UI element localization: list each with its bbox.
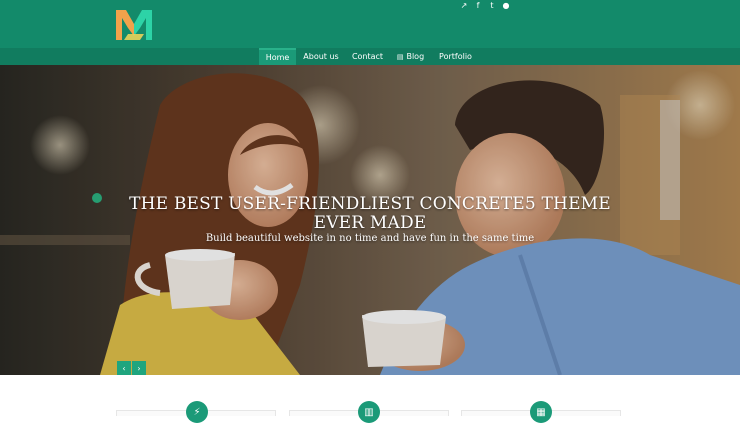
nav-about[interactable]: About us	[296, 48, 346, 65]
nav-about-label: About us	[303, 52, 339, 61]
social-links: ↗ f t ●	[460, 2, 510, 10]
nav-portfolio-label: Portfolio	[439, 52, 472, 61]
main-nav: Home About us Contact ▤ Blog Portfolio	[259, 48, 479, 65]
slider-prev-button[interactable]: ‹	[117, 361, 131, 375]
slider-bullet[interactable]	[92, 193, 102, 203]
twitter-icon[interactable]: t	[488, 2, 496, 10]
m-logo-icon[interactable]	[114, 4, 154, 44]
slider-next-button[interactable]: ›	[132, 361, 146, 375]
facebook-icon[interactable]: f	[474, 2, 482, 10]
nav-contact[interactable]: Contact	[346, 48, 389, 65]
nav-portfolio[interactable]: Portfolio	[432, 48, 479, 65]
slider-controls: ‹ ›	[117, 361, 146, 375]
archive-icon: ▦	[530, 401, 552, 423]
nav-contact-label: Contact	[351, 52, 384, 61]
external-link-icon[interactable]: ↗	[460, 2, 468, 10]
lightning-icon: ⚡	[186, 401, 208, 423]
nav-blog[interactable]: ▤ Blog	[389, 48, 432, 65]
nav-home-label: Home	[265, 53, 290, 62]
nav-blog-label: Blog	[406, 52, 425, 61]
hero-title: THE BEST USER-FRIENDLIEST CONCRETE5 THEM…	[129, 194, 611, 233]
nav-home[interactable]: Home	[259, 48, 296, 65]
hero-subtitle: Build beautiful website in no time and h…	[205, 233, 535, 244]
features-section: ⚡ ▥ ▦	[0, 375, 740, 423]
blog-icon: ▤	[396, 52, 404, 61]
flickr-icon[interactable]: ●	[502, 2, 510, 10]
buildings-icon: ▥	[358, 401, 380, 423]
